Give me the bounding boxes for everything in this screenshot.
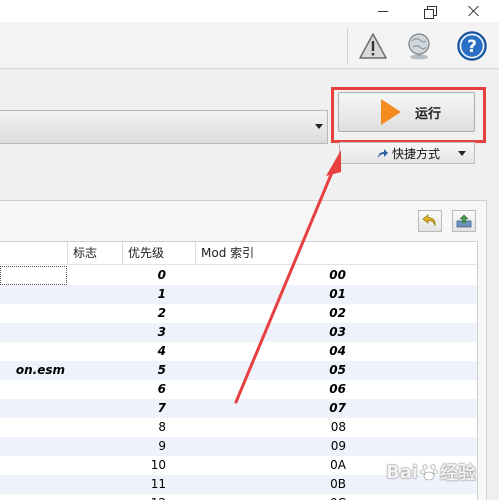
priority-cell: 1 bbox=[157, 287, 166, 301]
priority-cell: 8 bbox=[158, 420, 166, 434]
plugin-name-cell bbox=[0, 437, 67, 456]
priority-cell: 7 bbox=[157, 401, 166, 415]
table-row[interactable]: 4 04 bbox=[0, 342, 477, 361]
priority-cell: 5 bbox=[157, 363, 166, 377]
table-row[interactable]: 6 06 bbox=[0, 380, 477, 399]
undo-icon bbox=[422, 214, 436, 227]
plugin-name-cell bbox=[0, 399, 67, 418]
table-row[interactable]: 7 07 bbox=[0, 399, 477, 418]
priority-cell: 11 bbox=[150, 477, 166, 491]
warning-button[interactable] bbox=[355, 28, 391, 64]
help-icon: ? bbox=[457, 31, 487, 61]
run-button[interactable]: 运行 bbox=[338, 92, 475, 132]
profile-dropdown[interactable] bbox=[0, 110, 328, 144]
title-bar bbox=[0, 0, 499, 22]
plugin-name-cell bbox=[0, 456, 67, 475]
globe-button[interactable] bbox=[401, 28, 437, 64]
table-row[interactable]: on.esm 5 05 bbox=[0, 361, 477, 380]
shortcut-button-label: 快捷方式 bbox=[392, 146, 441, 161]
close-button[interactable] bbox=[459, 0, 489, 22]
minimize-icon bbox=[378, 10, 388, 12]
mod-index-cell: 02 bbox=[329, 306, 346, 320]
help-button[interactable]: ? bbox=[454, 28, 490, 64]
plugin-name-cell bbox=[0, 285, 67, 304]
plugin-name-cell bbox=[0, 475, 67, 494]
mod-index-cell: 06 bbox=[329, 382, 346, 396]
paw-logo-icon bbox=[420, 464, 438, 481]
priority-cell: 2 bbox=[157, 306, 166, 320]
priority-cell: 6 bbox=[157, 382, 166, 396]
priority-cell: 4 bbox=[157, 344, 166, 358]
chevron-down-icon bbox=[458, 151, 466, 156]
watermark-text-left: Bai bbox=[386, 461, 419, 483]
warning-icon bbox=[359, 33, 387, 59]
minimize-button[interactable] bbox=[368, 0, 398, 22]
toolbar: ? bbox=[0, 22, 499, 69]
plugin-name-cell bbox=[0, 266, 67, 285]
plugin-name-cell bbox=[0, 418, 67, 437]
mod-index-cell: 04 bbox=[329, 344, 346, 358]
priority-cell: 0 bbox=[157, 268, 166, 282]
mod-index-cell: 0C bbox=[300, 494, 346, 500]
table-row[interactable]: 8 08 bbox=[0, 418, 477, 437]
plugin-name-cell bbox=[0, 323, 67, 342]
priority-cell: 9 bbox=[158, 439, 166, 453]
globe-icon bbox=[408, 33, 430, 60]
table-row[interactable]: 12 0C bbox=[0, 494, 477, 500]
table-row[interactable]: 0 00 bbox=[0, 266, 477, 285]
mod-index-cell: 0A bbox=[330, 458, 346, 472]
plugin-name-cell bbox=[0, 342, 67, 361]
close-icon bbox=[468, 5, 480, 17]
svg-text:?: ? bbox=[467, 37, 477, 57]
mod-index-cell: 09 bbox=[330, 439, 346, 453]
restore-button[interactable] bbox=[414, 0, 444, 22]
mod-index-cell: 07 bbox=[329, 401, 346, 415]
mod-index-cell: 0B bbox=[330, 477, 346, 491]
undo-button[interactable] bbox=[418, 210, 442, 232]
watermark: Bai 经验 bbox=[386, 452, 496, 492]
plugin-name-cell: on.esm bbox=[15, 363, 65, 377]
table-row[interactable]: 2 02 bbox=[0, 304, 477, 323]
export-button[interactable] bbox=[452, 210, 476, 232]
priority-cell: 3 bbox=[157, 325, 166, 339]
column-header-mod-index[interactable]: Mod 索引 bbox=[195, 242, 477, 265]
play-icon bbox=[381, 99, 401, 125]
watermark-text-right: 经验 bbox=[440, 463, 477, 484]
column-header-flags[interactable]: 标志 bbox=[67, 242, 122, 265]
mod-index-cell: 03 bbox=[329, 325, 346, 339]
column-header-priority[interactable]: 优先级 bbox=[122, 242, 195, 265]
mod-index-cell: 05 bbox=[329, 363, 346, 377]
toolbar-separator bbox=[347, 28, 348, 64]
plugin-name-cell bbox=[0, 304, 67, 323]
table-row[interactable]: 3 03 bbox=[0, 323, 477, 342]
mod-index-cell: 08 bbox=[330, 420, 346, 434]
run-button-label: 运行 bbox=[415, 106, 442, 122]
plugin-list-header: ^ 标志 优先级 Mod 索引 bbox=[0, 242, 477, 265]
plugin-name-cell bbox=[0, 494, 67, 500]
mod-index-cell: 00 bbox=[329, 268, 346, 282]
table-row[interactable]: 1 01 bbox=[0, 285, 477, 304]
shortcut-arrow-icon bbox=[376, 147, 388, 159]
plugin-name-cell bbox=[0, 380, 67, 399]
priority-cell: 12 bbox=[122, 494, 166, 500]
shortcut-button[interactable]: 快捷方式 bbox=[339, 142, 475, 164]
export-icon bbox=[456, 214, 472, 228]
mod-index-cell: 01 bbox=[329, 287, 346, 301]
chevron-down-icon bbox=[315, 124, 323, 129]
priority-cell: 10 bbox=[150, 458, 166, 472]
restore-icon bbox=[423, 5, 437, 19]
